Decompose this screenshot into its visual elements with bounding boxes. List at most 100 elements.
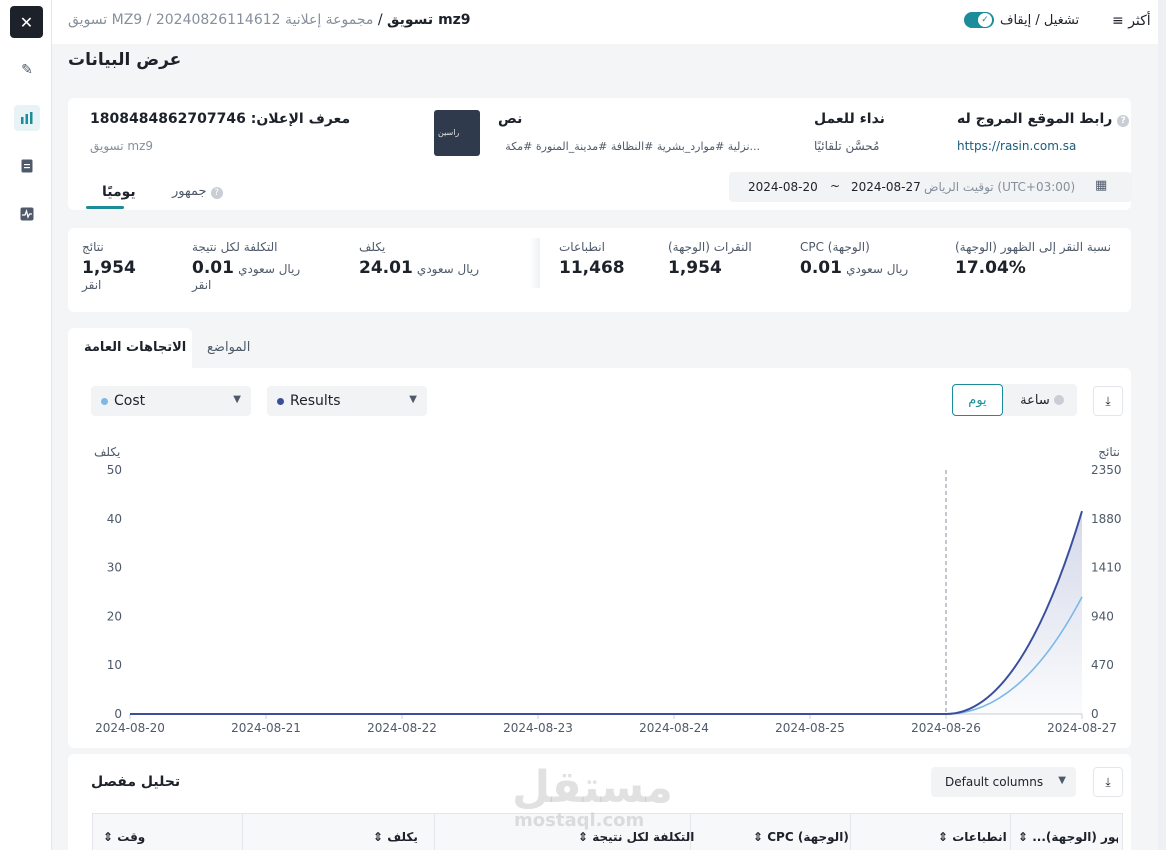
metric-unit: ريال سعودي: [846, 262, 909, 276]
tab-daily[interactable]: يوميًا: [102, 184, 136, 200]
metric-impressions: انطباعات 11,468: [559, 240, 625, 278]
metric-value: 24.01: [359, 258, 413, 278]
y-tick-right: 940: [1091, 609, 1114, 623]
columns-select[interactable]: Default columns ▼: [931, 767, 1076, 797]
cost-select[interactable]: Cost ▼: [91, 386, 251, 416]
metric-label: انطباعات: [559, 240, 605, 254]
column-divider: [850, 814, 851, 850]
header-impressions-label: انطباعات: [952, 830, 1007, 844]
left-rail: ✕ ✎: [0, 0, 52, 850]
run-toggle-label: تشغيل / إيقاف: [1000, 12, 1080, 28]
text-label: نص: [498, 111, 523, 127]
menu-icon: ≡: [1112, 13, 1129, 29]
metric-label: يكلف: [359, 240, 386, 254]
help-icon: [1053, 395, 1064, 405]
header-cpc[interactable]: ⇕ CPC (الوجهة): [753, 830, 849, 844]
cta-label: نداء للعمل: [814, 111, 885, 127]
ad-id-value: 1808484862707746: [90, 111, 246, 127]
metric-cpc: CPC (الوجهة) 0.01 ريال سعودي: [800, 240, 908, 278]
y-tick-right: 470: [1091, 658, 1114, 672]
metric-unit: ريال سعودي: [238, 262, 301, 276]
page-title: عرض البيانات: [68, 50, 182, 70]
y-tick-right: 0: [1091, 707, 1099, 721]
granularity-hour[interactable]: ساعة: [1010, 384, 1074, 416]
chevron-down-icon: ▼: [233, 394, 241, 405]
metric-label: CPC (الوجهة): [800, 240, 870, 254]
metric-results: نتائج 1,954 انقر: [82, 240, 136, 292]
ad-thumbnail: راسين: [434, 110, 480, 156]
detail-title: تحليل مفصل: [91, 774, 181, 790]
tab-audience[interactable]: ? جمهور: [172, 184, 223, 199]
chevron-down-icon: ▼: [1058, 775, 1066, 786]
more-label: أكثر: [1128, 13, 1151, 29]
metric-unit: انقر: [82, 278, 102, 292]
activity-icon[interactable]: [14, 201, 40, 227]
more-menu[interactable]: ≡ أكثر: [1112, 13, 1151, 29]
tab-trends[interactable]: الاتجاهات العامة: [68, 328, 192, 368]
date-range-picker[interactable]: 2024-08-20 ~ 2024-08-27 توقيت الرياض (UT…: [729, 172, 1132, 202]
help-icon[interactable]: ?: [210, 187, 223, 199]
y-tick-right: 2350: [1091, 463, 1122, 477]
column-divider: [1010, 814, 1011, 850]
cost-select-label: Cost: [114, 393, 146, 409]
date-sep: ~: [830, 179, 841, 193]
header-impressions[interactable]: ⇕ انطباعات: [938, 830, 1007, 844]
tab-daily-underline: [86, 206, 124, 209]
download-icon[interactable]: ⤓: [1093, 767, 1123, 797]
header-time[interactable]: ⇕ وقت: [103, 830, 145, 844]
metric-label: التكلفة لكل نتيجة: [192, 240, 278, 254]
metric-unit: ريال سعودي: [416, 262, 480, 276]
header-cost-per-result-label: التكلفة لكل نتيجة: [592, 830, 695, 844]
y-axis-right-title: نتائج: [1098, 445, 1120, 459]
tab-audience-label: جمهور: [172, 184, 207, 199]
y-tick-left: 40: [107, 512, 122, 526]
metric-spend: يكلف 24.01 ريال سعودي: [359, 240, 479, 278]
breadcrumb: mz9 تسويق / مجموعة إعلانية 2024082611461…: [68, 12, 471, 28]
download-icon[interactable]: ⤓: [1093, 386, 1123, 416]
thumbnail-text: راسين: [438, 128, 460, 137]
metric-clicks: النقرات (الوجهة) 1,954: [668, 240, 752, 278]
main-panel: mz9 تسويق / مجموعة إعلانية 2024082611461…: [52, 0, 1158, 850]
url-link[interactable]: https://rasin.com.sa: [957, 139, 1076, 153]
column-divider: [242, 814, 243, 850]
results-select[interactable]: Results ▼: [267, 386, 427, 416]
edit-icon[interactable]: ✎: [14, 57, 40, 83]
header-cost-per-result[interactable]: ⇕ التكلفة لكل نتيجة: [578, 830, 694, 844]
chart-card: Cost ▼ Results ▼ يوم ساعة ⤓ يكلف نتائج 50 4…: [68, 368, 1131, 748]
calendar-icon: ▦: [1095, 178, 1108, 193]
date-end: 2024-08-27: [851, 180, 921, 194]
chart-icon[interactable]: [14, 105, 40, 131]
document-icon[interactable]: [14, 153, 40, 179]
ad-id: معرف الإعلان: 1808484862707746: [90, 111, 350, 127]
cost-series-line: [130, 596, 1083, 715]
breadcrumb-separator: /: [373, 12, 388, 28]
granularity-hour-label: ساعة: [1020, 392, 1050, 408]
url-label-text: رابط الموقع المروج له: [957, 111, 1113, 127]
metric-value: 17.04%: [955, 258, 1026, 278]
watermark-url: mostaql.com: [514, 810, 645, 831]
help-icon[interactable]: ?: [1117, 115, 1130, 127]
x-tick-label: 2024-08-22: [367, 721, 437, 735]
header-spend[interactable]: ⇕ يكلف: [373, 830, 418, 844]
breadcrumb-parent[interactable]: مجموعة إعلانية 20240826114612 / MZ9 تسوي…: [68, 12, 373, 28]
watermark-logo: مستقل: [512, 762, 673, 813]
metric-cost-per-result: التكلفة لكل نتيجة 0.01 ريال سعودي انقر: [192, 240, 300, 292]
results-series-line: [130, 510, 1083, 715]
breadcrumb-current: mz9 تسويق: [387, 12, 471, 28]
ad-name: mz9 تسويق: [90, 139, 154, 153]
timezone: توقيت الرياض (UTC+03:00): [924, 180, 1076, 194]
scroll-edge: [1158, 0, 1166, 850]
metric-value: 1,954: [668, 258, 722, 278]
y-tick-left: 10: [107, 658, 122, 672]
granularity-day[interactable]: يوم: [952, 384, 1003, 416]
close-icon[interactable]: ✕: [10, 6, 43, 38]
header-ctr[interactable]: ⇕ ...الظهور (الوجهة): [1018, 830, 1118, 844]
run-toggle[interactable]: [964, 12, 994, 28]
cta-value: مُحسَّن تلقائيًا: [814, 139, 880, 153]
chevron-down-icon: ▼: [409, 394, 417, 405]
tab-placements[interactable]: المواضع: [207, 340, 250, 355]
metrics-divider: [530, 238, 540, 288]
results-area: [130, 511, 1082, 714]
column-divider: [434, 814, 435, 850]
results-select-label: Results: [290, 393, 341, 409]
